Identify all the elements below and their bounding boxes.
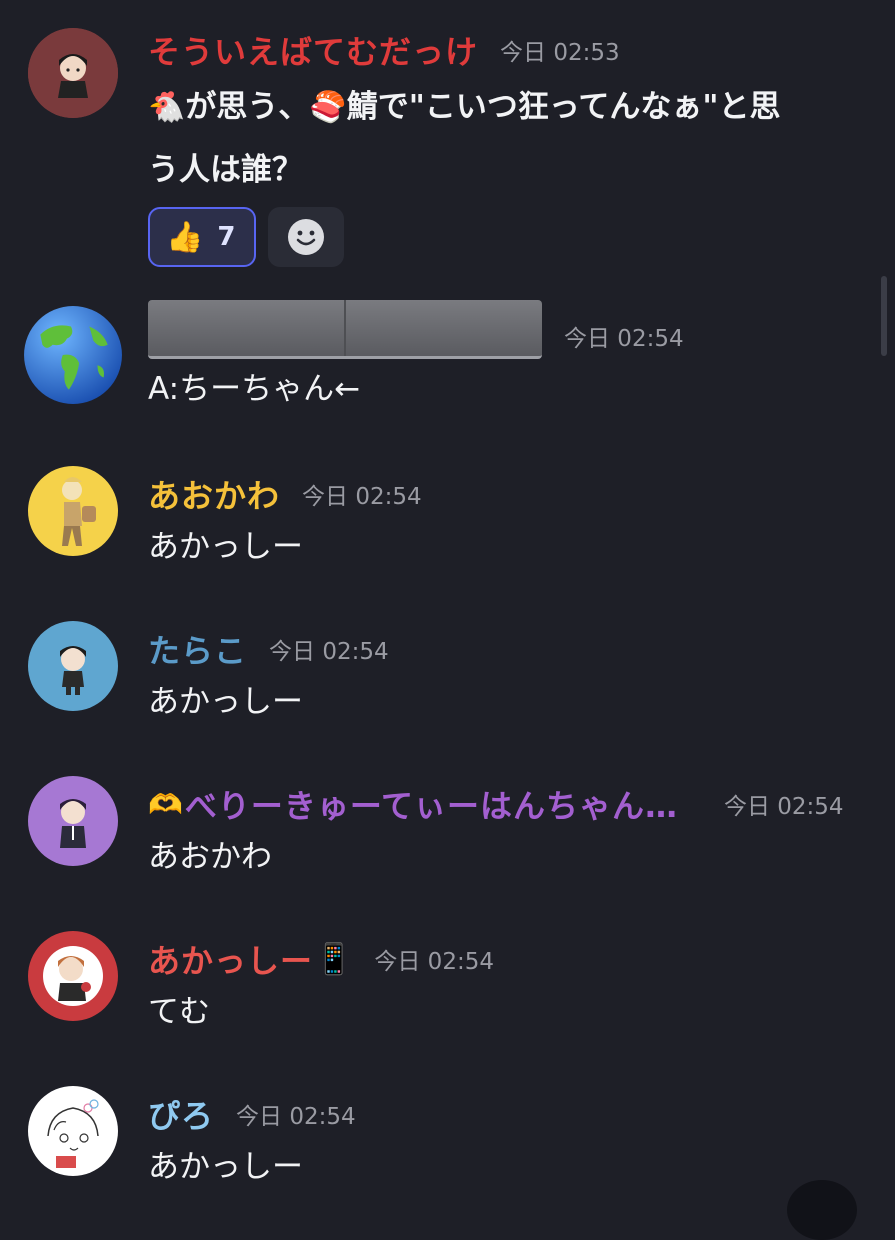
reaction-bar: 👍 7 [148,207,875,267]
heart-hands-emoji: 🫶 [148,787,183,821]
avatar-image [28,621,118,711]
avatar[interactable] [28,1086,118,1176]
timestamp: 今日 02:54 [269,639,389,665]
author-name[interactable]: べりーきゅーてぃーはんちゃん… [185,781,678,827]
author-name[interactable]: そういえばてむだっけ [148,27,478,73]
add-reaction-button[interactable] [268,207,344,267]
thumbs-up-icon: 👍 [166,219,204,255]
message-text: あかっしー [148,1149,303,1185]
message-text: あおかわ [148,839,272,875]
timestamp: 今日 02:54 [302,484,422,510]
avatar-image [28,1086,118,1176]
timestamp: 今日 02:54 [236,1104,356,1130]
chicken-emoji: 🐔 [148,90,186,125]
author-name[interactable]: あおかわ [148,471,280,517]
avatar-image [28,466,118,556]
author-name[interactable]: あかっしー [148,936,313,982]
scrollbar[interactable] [881,276,887,356]
avatar[interactable] [28,621,118,711]
floating-overlay [787,1180,857,1240]
smiley-face-icon [288,219,324,255]
avatar[interactable] [28,776,118,866]
avatar-image [28,776,118,866]
reaction-count: 7 [217,222,236,252]
redacted-author-name [148,299,542,359]
author-name[interactable]: ぴろ [148,1091,214,1137]
reaction-thumbs-up[interactable]: 👍 7 [148,207,256,267]
timestamp: 今日 02:53 [500,40,620,66]
sushi-emoji: 🍣 [309,90,347,125]
avatar[interactable] [22,304,124,406]
avatar[interactable] [28,466,118,556]
message-text: あかっしー [148,684,303,720]
message-text: 🐔が思う、🍣鯖で"こいつ狂ってんなぁ"と思 う人は誰？ [148,89,781,188]
message-text: てむ [148,994,210,1030]
earth-globe-icon [24,306,122,404]
timestamp: 今日 02:54 [723,794,844,820]
author-name[interactable]: たらこ [148,626,247,672]
timestamp: 今日 02:54 [564,326,684,352]
avatar[interactable] [28,931,118,1021]
avatar-image [28,931,118,1021]
message-text: A:ちーちゃん← [148,371,361,407]
avatar-image [28,28,118,118]
message-text: あかっしー [148,529,303,565]
avatar[interactable] [28,28,118,118]
mobile-phone-emoji: 📱 [315,941,353,977]
timestamp: 今日 02:54 [374,949,494,975]
